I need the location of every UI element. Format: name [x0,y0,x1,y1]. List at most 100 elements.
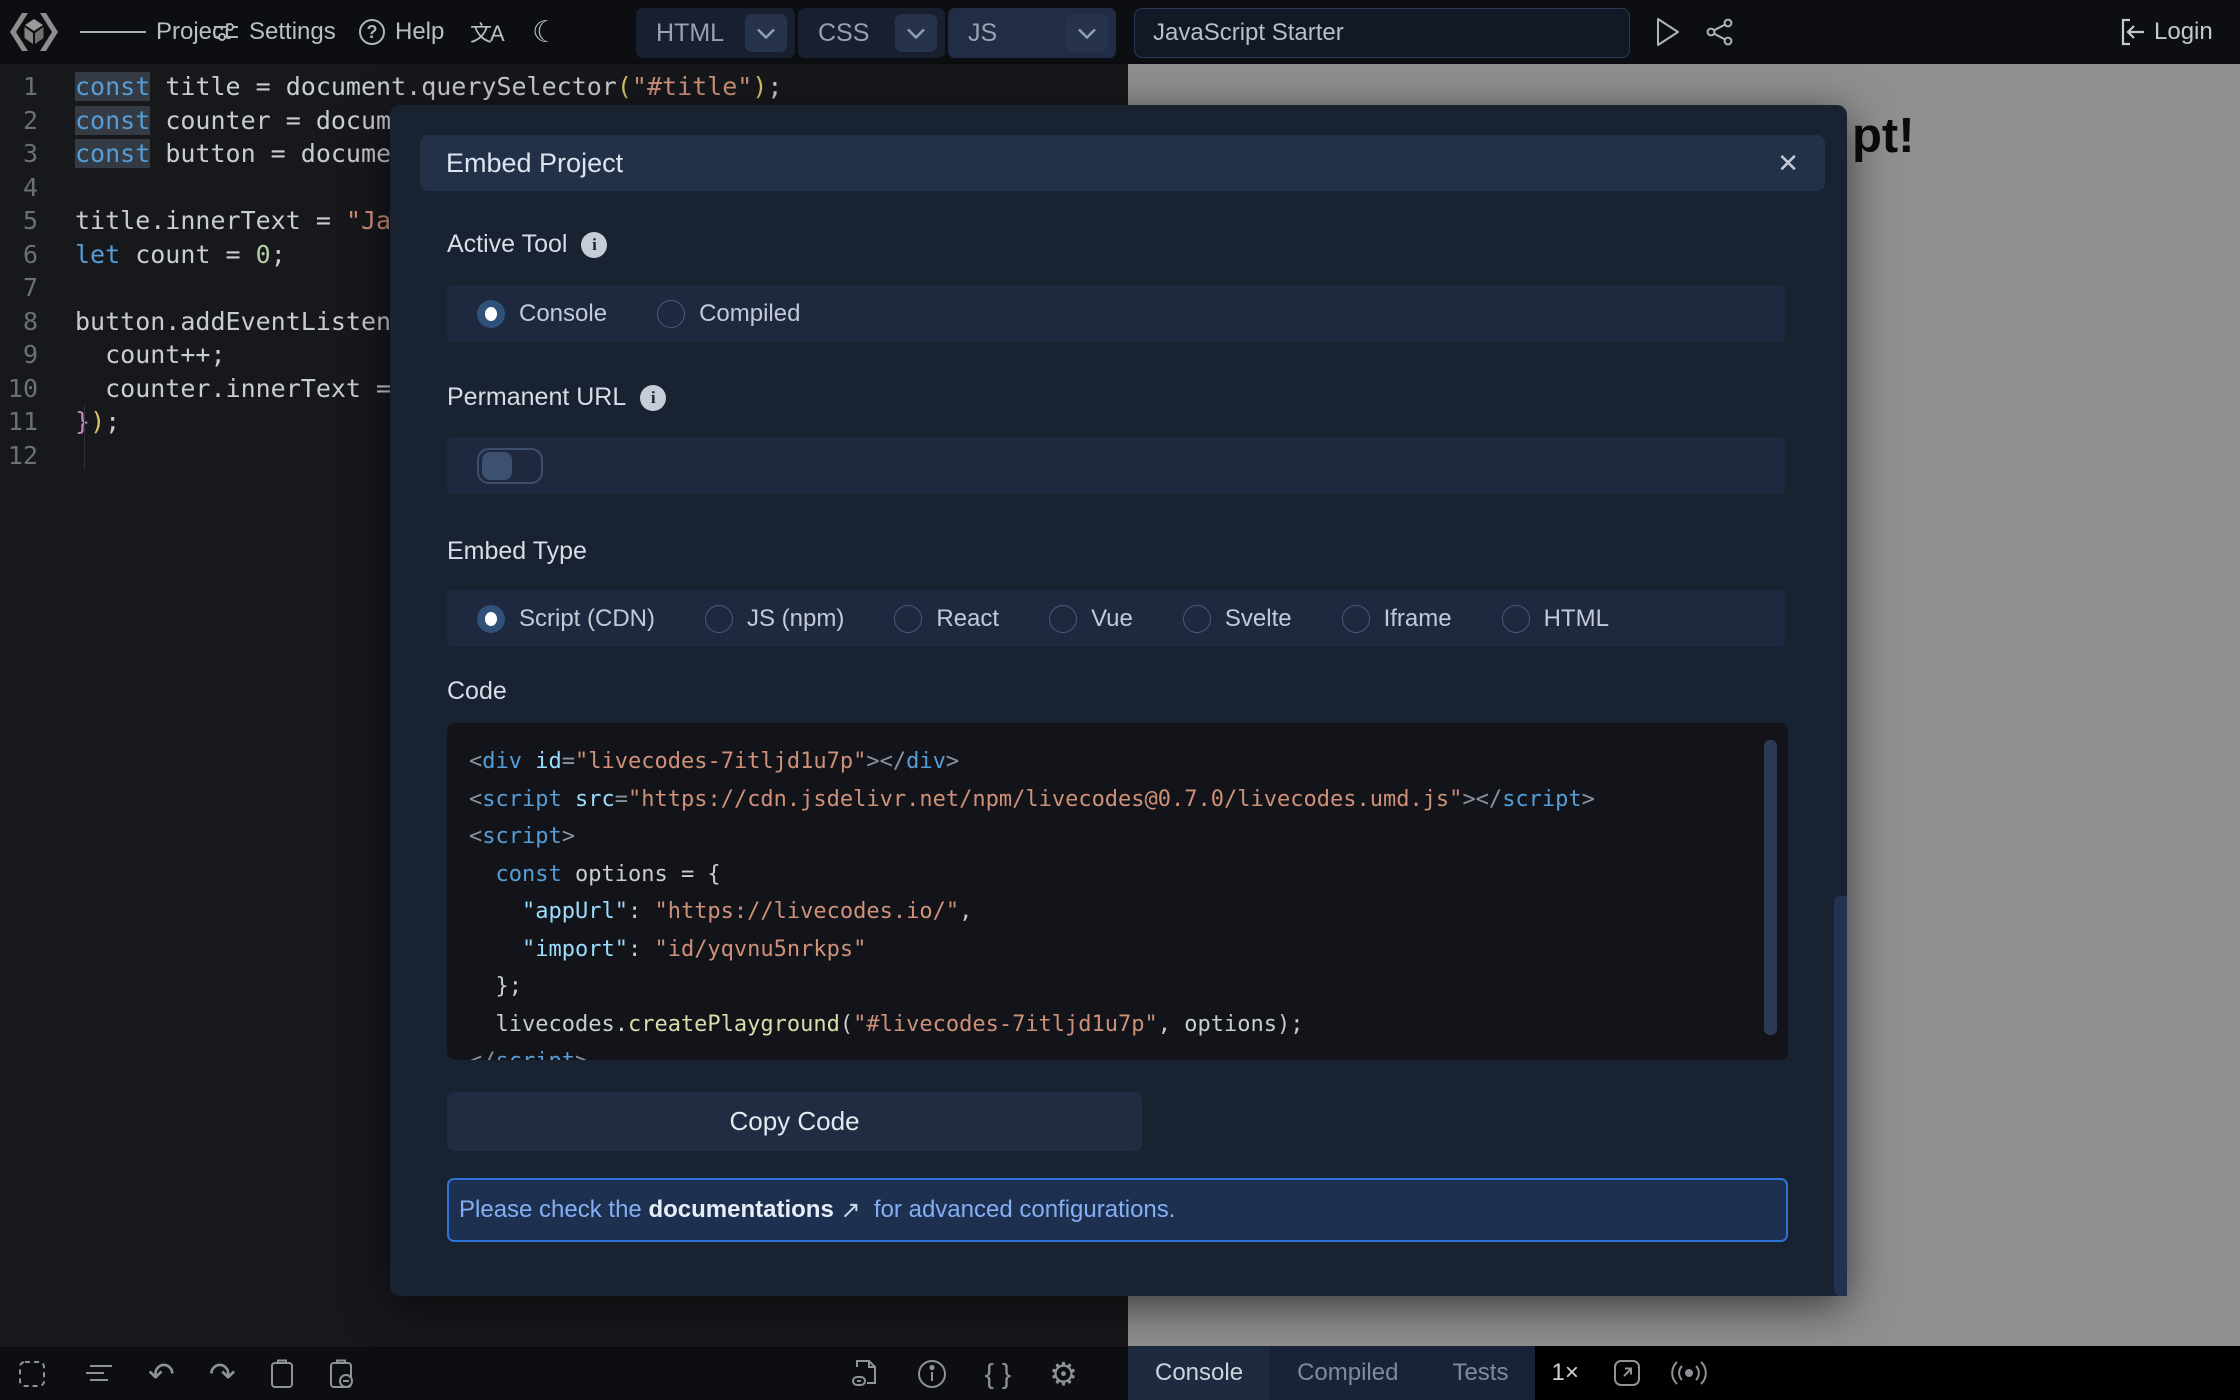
zoom-level-button[interactable]: 1× [1551,1359,1578,1387]
chevron-down-icon[interactable] [745,14,787,52]
login-label: Login [2154,18,2213,46]
modal-scrollbar-thumb[interactable] [1834,896,1847,1296]
permanent-url-label: Permanent URL i [447,383,666,412]
embed-type-radio-label[interactable]: HTML [1544,605,1609,633]
share-icon [1706,18,1734,46]
translate-button[interactable]: 文A [470,0,503,64]
active-tool-radio-label[interactable]: Compiled [699,300,800,328]
embed-project-modal: Embed Project ✕ Active Tool i Console Com… [390,105,1847,1296]
line-number: 10 [0,372,38,406]
permanent-url-row [447,437,1785,494]
active-tool-radio-console[interactable] [477,300,505,328]
result-heading-fragment: pt! [1852,108,1915,164]
select-all-icon[interactable] [18,1360,46,1388]
indent-guide [84,404,85,470]
embed-type-radio-js-npm-[interactable] [705,605,733,633]
console-tabs: ConsoleCompiledTests [1128,1346,1535,1400]
editor-settings-gear-icon[interactable]: ⚙ [1049,1355,1078,1393]
undo-icon[interactable]: ↶ [148,1355,175,1393]
line-number: 6 [0,238,38,272]
share-button[interactable] [1706,0,1734,64]
permanent-url-toggle[interactable] [477,448,543,484]
help-menu-label: Help [395,18,444,46]
embed-type-radio-label[interactable]: Vue [1091,605,1133,633]
broadcast-icon[interactable] [1671,1359,1707,1387]
copy-icon[interactable] [270,1359,294,1389]
project-info-icon[interactable] [917,1359,947,1389]
run-icon [1658,19,1678,45]
redo-icon[interactable]: ↷ [209,1355,236,1393]
chevron-down-icon[interactable] [895,14,937,52]
documentation-note: Please check the documentations ↗ for ad… [447,1178,1788,1242]
active-tool-radio-compiled[interactable] [657,300,685,328]
run-button[interactable] [1655,0,1681,64]
code-box-scrollbar-thumb[interactable] [1764,740,1777,1035]
active-tool-radio-label[interactable]: Console [519,300,607,328]
external-resources-icon[interactable] [851,1359,879,1389]
external-link-arrow-icon: ↗ [834,1196,867,1225]
close-icon[interactable]: ✕ [1777,148,1799,179]
result-tab-compiled[interactable]: Compiled [1270,1346,1425,1400]
embed-type-radio-vue[interactable] [1049,605,1077,633]
line-number: 9 [0,338,38,372]
line-number: 4 [0,171,38,205]
editor-gutter: 123456789101112 [0,70,38,472]
info-icon[interactable]: i [640,385,666,411]
help-menu[interactable]: ? Help [359,0,444,64]
active-tool-label: Active Tool i [447,230,607,259]
embed-code-box[interactable]: <div id="livecodes-7itljd1u7p"></div><sc… [447,723,1788,1060]
embed-type-radio-iframe[interactable] [1342,605,1370,633]
result-tools-bar: ConsoleCompiledTests 1× [1128,1346,2240,1400]
line-number: 8 [0,305,38,339]
sliders-icon [213,19,239,45]
modal-header: Embed Project ✕ [420,135,1825,191]
top-toolbar: Project Settings ? Help 文A ☾ HTML CSS JS [0,0,2240,64]
result-tab-tests[interactable]: Tests [1425,1346,1535,1400]
docs-note-suffix: for advanced configurations. [867,1196,1175,1224]
embed-type-radio-label[interactable]: Svelte [1225,605,1292,633]
embed-type-radio-svelte[interactable] [1183,605,1211,633]
hamburger-icon [80,27,146,37]
language-tab-label: CSS [818,19,869,48]
info-icon[interactable]: i [581,232,607,258]
embed-type-radio-html[interactable] [1502,605,1530,633]
custom-settings-icon[interactable]: { } [985,1358,1011,1390]
translate-icon: 文A [470,16,503,48]
login-button[interactable]: Login [2120,0,2213,64]
editor-tools-bar: ↶ ↷ { } ⚙ [0,1347,1128,1400]
embed-type-radio-label[interactable]: JS (npm) [747,605,844,633]
project-title-input[interactable] [1134,8,1630,58]
language-tab-css[interactable]: CSS [798,8,945,58]
line-number: 12 [0,439,38,473]
code-section-label: Code [447,677,507,706]
line-number: 2 [0,104,38,138]
embed-type-radio-react[interactable] [894,605,922,633]
language-tab-html[interactable]: HTML [636,8,795,58]
open-in-new-window-icon[interactable] [1613,1359,1641,1387]
login-icon [2120,18,2146,46]
project-menu[interactable]: Project [80,0,231,64]
result-tab-console[interactable]: Console [1128,1346,1270,1400]
copy-code-button[interactable]: Copy Code [447,1092,1142,1151]
livecodes-logo[interactable] [8,0,60,64]
toggle-knob [482,452,512,480]
docs-note-prefix: Please check the [459,1196,648,1224]
dark-mode-toggle[interactable]: ☾ [532,0,559,64]
embed-type-radio-label[interactable]: Script (CDN) [519,605,655,633]
settings-menu[interactable]: Settings [213,0,336,64]
language-tab-js[interactable]: JS [948,8,1116,58]
paste-icon[interactable] [328,1359,354,1389]
moon-icon: ☾ [532,15,559,50]
format-code-icon[interactable] [84,1362,114,1386]
help-icon: ? [359,19,385,45]
embed-type-radio-script-cdn-[interactable] [477,605,505,633]
embed-type-radio-label[interactable]: Iframe [1384,605,1452,633]
embed-type-label: Embed Type [447,537,587,566]
modal-title: Embed Project [446,148,623,179]
line-number: 3 [0,137,38,171]
embed-type-radio-label[interactable]: React [936,605,999,633]
documentations-link[interactable]: documentations [648,1196,833,1224]
chevron-down-icon[interactable] [1066,14,1108,52]
line-number: 7 [0,271,38,305]
language-tab-label: JS [968,19,997,48]
